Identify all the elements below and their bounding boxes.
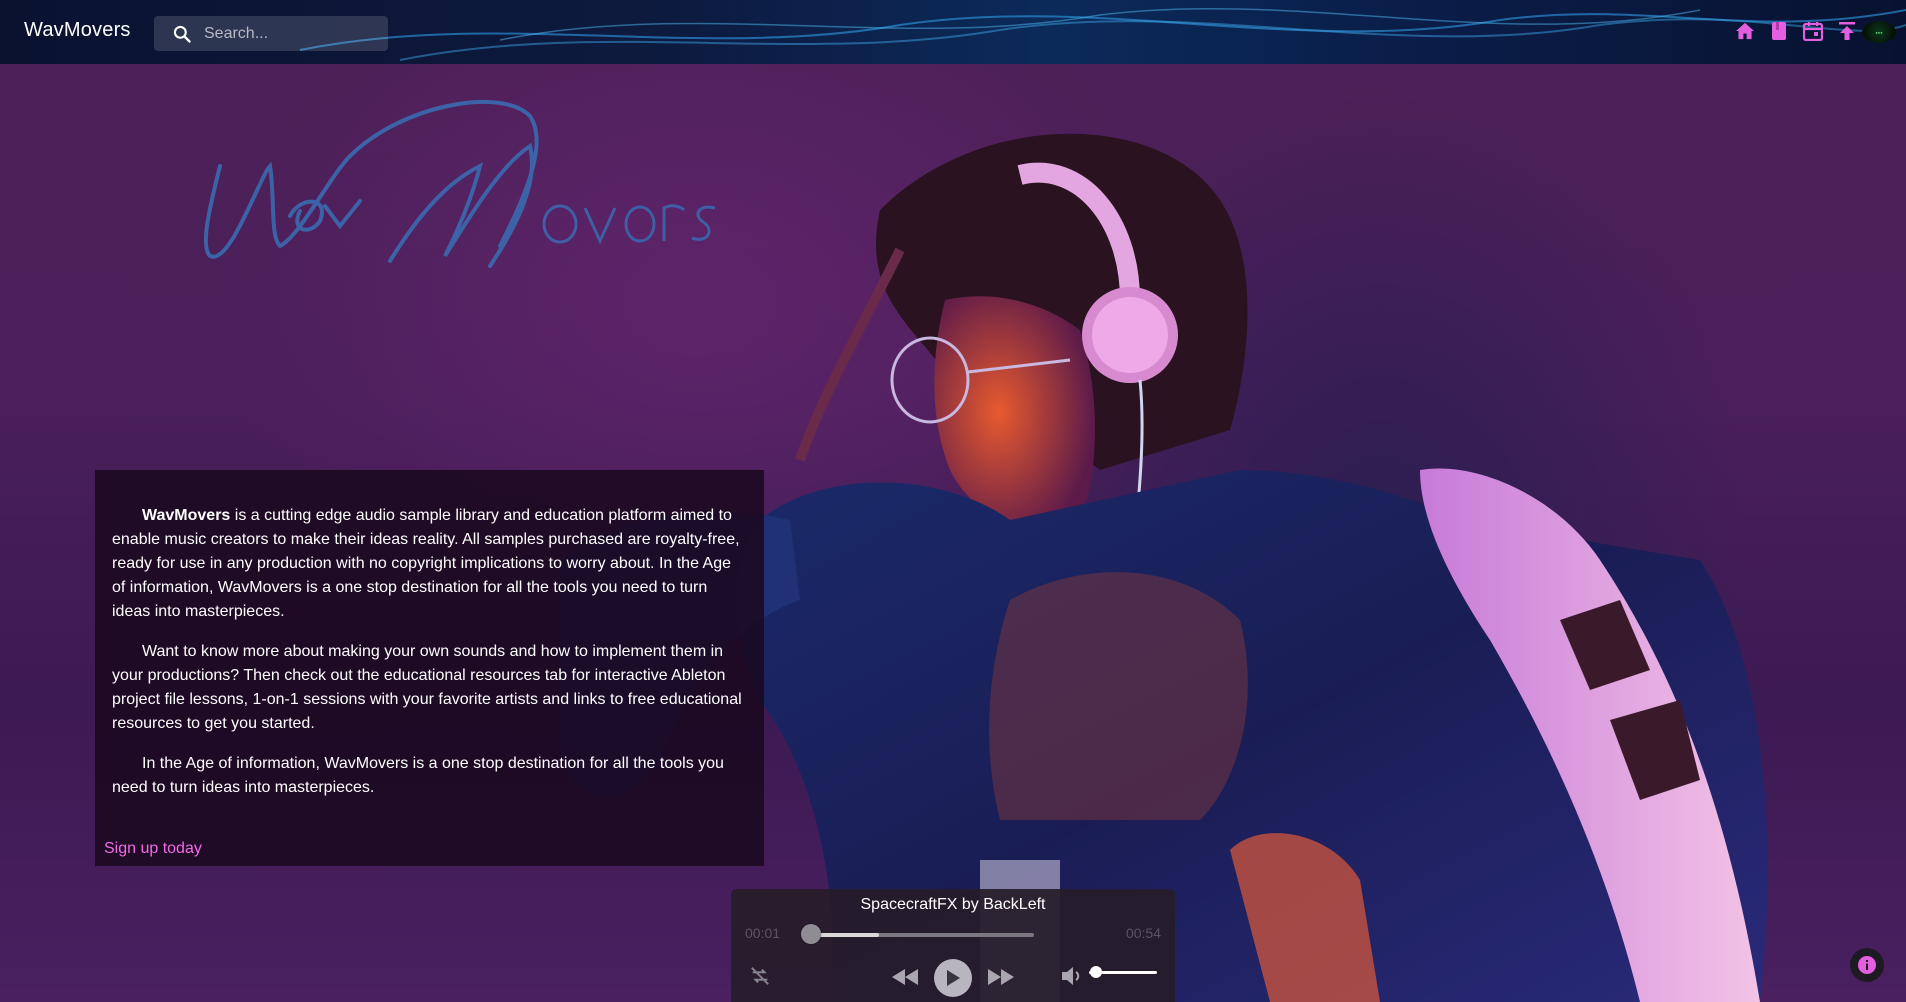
audio-player: SpacecraftFX by BackLeft 00:01 00:54 bbox=[731, 889, 1175, 1002]
about-brand-name: WavMovers bbox=[142, 507, 231, 524]
calendar-icon[interactable] bbox=[1801, 18, 1824, 44]
avatar[interactable]: ●●● bbox=[1862, 21, 1896, 43]
signup-link[interactable]: Sign up today bbox=[104, 840, 202, 858]
home-icon[interactable] bbox=[1733, 18, 1756, 44]
duration-time: 00:54 bbox=[1125, 925, 1161, 941]
about-paragraph-3: In the Age of information, WavMovers is … bbox=[112, 755, 724, 796]
about-paragraph-2: Want to know more about making your own … bbox=[112, 643, 742, 732]
play-button[interactable] bbox=[934, 959, 972, 997]
about-paragraph-1: WavMovers is a cutting edge audio sample… bbox=[112, 504, 746, 624]
rewind-icon[interactable] bbox=[889, 963, 921, 991]
wavmovers-script-logo bbox=[203, 99, 716, 268]
current-time: 00:01 bbox=[745, 925, 781, 941]
about-card: WavMovers is a cutting edge audio sample… bbox=[95, 470, 764, 866]
play-icon bbox=[947, 970, 960, 986]
volume-icon[interactable] bbox=[1059, 963, 1085, 989]
top-navigation-bar: WavMovers ●●● bbox=[0, 0, 1906, 64]
progress-bar[interactable] bbox=[801, 924, 1034, 944]
search-icon bbox=[173, 25, 191, 43]
info-button[interactable] bbox=[1850, 948, 1884, 982]
upload-icon[interactable] bbox=[1835, 18, 1858, 44]
search-input[interactable] bbox=[202, 23, 376, 44]
progress-knob[interactable] bbox=[801, 924, 822, 944]
fast-forward-icon[interactable] bbox=[985, 963, 1017, 991]
book-icon[interactable] bbox=[1767, 18, 1790, 44]
search-box[interactable] bbox=[154, 16, 388, 51]
volume-knob[interactable] bbox=[1090, 966, 1102, 978]
info-icon bbox=[1858, 956, 1876, 974]
repeat-icon[interactable] bbox=[745, 962, 775, 990]
nav-icon-group bbox=[1733, 18, 1858, 44]
track-title: SpacecraftFX by BackLeft bbox=[860, 896, 1046, 913]
brand-title[interactable]: WavMovers bbox=[24, 19, 131, 42]
